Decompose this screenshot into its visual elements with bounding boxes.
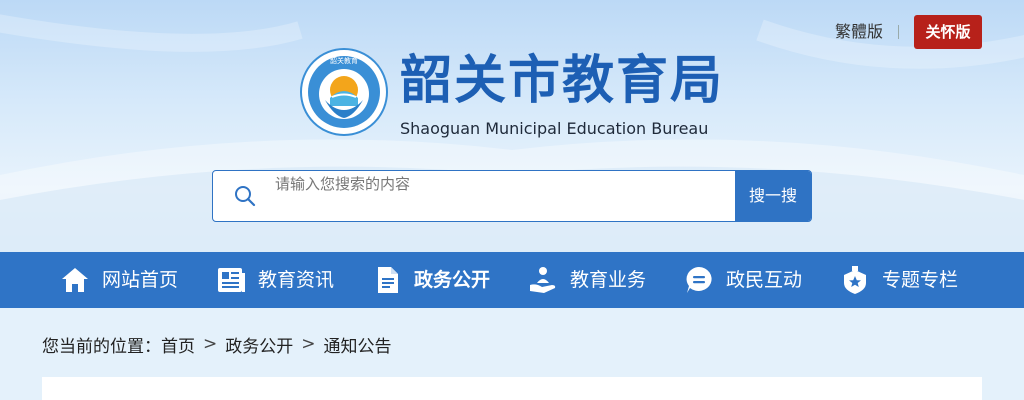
nav-item-home[interactable]: 网站首页	[60, 252, 178, 308]
nav-label-edu-service: 教育业务	[570, 269, 647, 291]
nav-item-edu-service[interactable]: 教育业务	[528, 252, 646, 308]
search-input[interactable]	[275, 171, 735, 197]
news-icon	[218, 268, 245, 292]
breadcrumb-gov-affairs[interactable]: 政务公开	[225, 332, 293, 357]
breadcrumb-separator: >	[301, 334, 316, 354]
main-nav: 网站首页 教育资讯 政务公开 教育业务 政民互动 专题专栏	[0, 252, 1024, 308]
breadcrumb-notices[interactable]: 通知公告	[324, 332, 392, 357]
traditional-chinese-link[interactable]: 繁體版	[835, 15, 883, 49]
logo-ring-text: 韶关教育	[330, 56, 358, 65]
document-icon	[378, 267, 398, 293]
divider	[898, 25, 899, 39]
breadcrumb-home[interactable]: 首页	[161, 332, 195, 357]
nav-label-special-topics: 专题专栏	[882, 269, 959, 291]
nav-item-special-topics[interactable]: 专题专栏	[840, 252, 958, 308]
nav-label-news: 教育资讯	[258, 269, 335, 291]
nav-item-gov-affairs[interactable]: 政务公开	[372, 252, 490, 308]
badge-star-icon	[844, 266, 866, 294]
site-header: 繁體版 关怀版 韶关教育 韶关市教育局 Shaoguan Municipal E…	[0, 0, 1024, 252]
content-panel	[42, 377, 982, 400]
top-links: 繁體版 关怀版	[835, 15, 982, 49]
breadcrumb-separator: >	[203, 334, 218, 354]
nav-label-interaction: 政民互动	[726, 269, 803, 291]
site-title: 韶关市教育局	[400, 50, 725, 111]
nav-item-interaction[interactable]: 政民互动	[684, 252, 802, 308]
breadcrumb: 您当前的位置： 首页 > 政务公开 > 通知公告	[42, 330, 392, 358]
search-bar: 搜一搜	[212, 170, 812, 222]
care-mode-button[interactable]: 关怀版	[914, 15, 982, 49]
breadcrumb-prefix: 您当前的位置：	[42, 336, 161, 357]
search-icon	[235, 186, 256, 207]
search-button[interactable]: 搜一搜	[735, 171, 811, 221]
service-icon	[530, 267, 556, 293]
nav-label-gov-affairs: 政务公开	[414, 269, 491, 291]
home-icon	[62, 268, 88, 292]
nav-item-news[interactable]: 教育资讯	[216, 252, 334, 308]
site-subtitle: Shaoguan Municipal Education Bureau	[400, 119, 709, 138]
chat-icon	[686, 267, 712, 293]
nav-label-home: 网站首页	[102, 269, 179, 291]
bureau-logo[interactable]: 韶关教育	[300, 48, 388, 136]
